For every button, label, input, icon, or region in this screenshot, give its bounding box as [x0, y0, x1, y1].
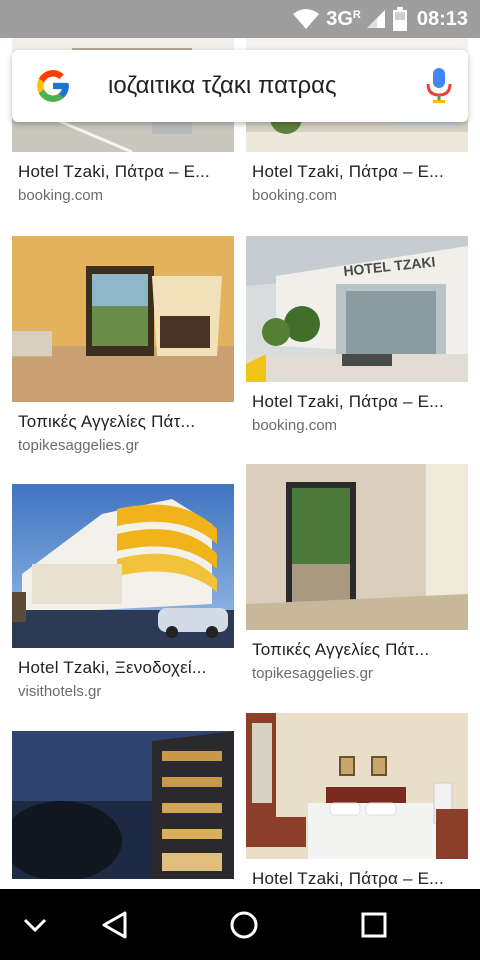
result-source: booking.com — [252, 417, 338, 434]
result-card[interactable]: HOTEL TZAKI Hotel Tzaki, Πάτρα – Ε... bo… — [246, 236, 468, 434]
result-card[interactable]: Hotel Tzaki, Ξενοδοχεί... visithotels.gr — [12, 484, 234, 700]
result-thumbnail[interactable] — [12, 236, 234, 402]
signal-icon — [366, 8, 387, 30]
result-thumbnail[interactable] — [246, 713, 468, 859]
search-bar[interactable]: ιοζαιτικα τζακι πατρας — [12, 50, 468, 122]
result-title[interactable]: Τοπικές Αγγελίες Πάτ... — [246, 640, 462, 660]
result-card[interactable]: Τοπικές Αγγελίες Πάτ... topikesaggelies.… — [12, 236, 234, 454]
network-type: 3G R — [326, 7, 361, 30]
status-bar: 3G R 08:13 — [0, 0, 480, 38]
result-source: topikesaggelies.gr — [252, 665, 373, 682]
nav-home-button[interactable] — [209, 889, 279, 960]
search-input[interactable]: ιοζαιτικα τζακι πατρας — [108, 50, 398, 122]
result-title[interactable]: Hotel Tzaki, Πάτρα – Ε... — [246, 392, 462, 412]
result-thumbnail[interactable] — [12, 484, 234, 648]
nav-down-button[interactable] — [0, 889, 70, 960]
result-title[interactable]: Hotel Tzaki, Ξενοδοχεί... — [12, 658, 228, 678]
clock: 08:13 — [416, 7, 468, 30]
microphone-icon[interactable] — [424, 68, 454, 104]
result-thumbnail[interactable] — [12, 731, 234, 879]
result-source: booking.com — [252, 187, 338, 204]
nav-recents-button[interactable] — [339, 889, 409, 960]
nav-back-button[interactable] — [80, 889, 150, 960]
result-card[interactable]: Hotel Tzaki, Πάτρα – Ε... — [246, 713, 468, 894]
navigation-bar — [0, 889, 480, 960]
chevron-down-icon — [23, 918, 47, 932]
google-logo-icon[interactable] — [34, 67, 72, 105]
result-thumbnail[interactable]: HOTEL TZAKI — [246, 236, 468, 382]
result-title[interactable]: Τοπικές Αγγελίες Πάτ... — [12, 412, 228, 432]
result-source: topikesaggelies.gr — [18, 437, 139, 454]
battery-icon — [392, 7, 407, 31]
result-card[interactable] — [12, 731, 234, 894]
result-card[interactable]: Τοπικές Αγγελίες Πάτ... topikesaggelies.… — [246, 464, 468, 682]
recents-square-icon — [361, 912, 387, 937]
result-title[interactable]: Hotel Tzaki, Πάτρα – Ε... — [246, 869, 462, 889]
result-thumbnail[interactable] — [246, 464, 468, 630]
result-title[interactable]: Hotel Tzaki, Πάτρα – Ε... — [246, 162, 462, 182]
back-triangle-icon — [102, 911, 127, 938]
result-title[interactable]: Hotel Tzaki, Πάτρα – Ε... — [12, 162, 228, 182]
result-source: booking.com — [18, 187, 104, 204]
wifi-icon — [292, 8, 320, 30]
home-circle-icon — [230, 911, 258, 938]
result-source: visithotels.gr — [18, 683, 102, 700]
